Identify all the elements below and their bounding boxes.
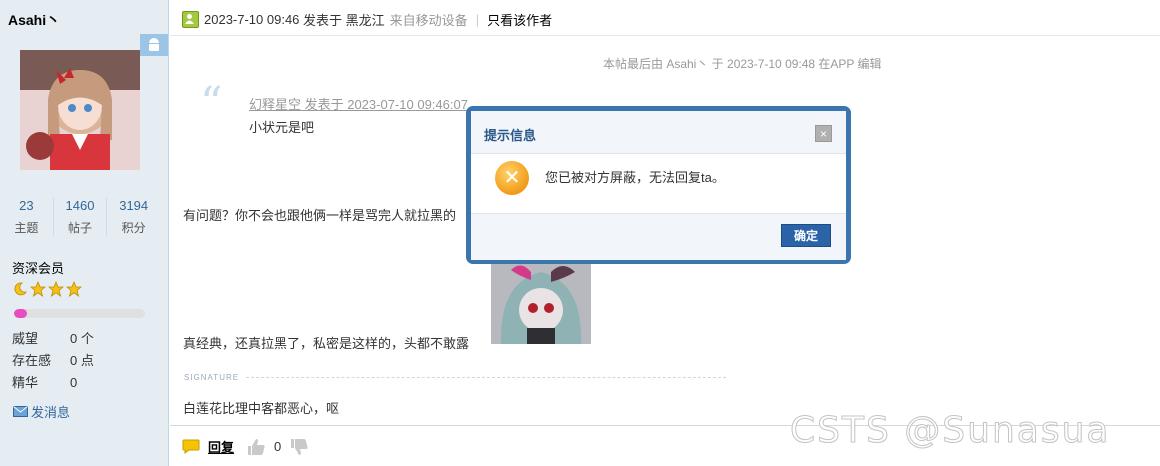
confirm-button[interactable]: 确定 <box>781 224 831 247</box>
signature-label: SIGNATURE <box>184 373 240 382</box>
rank-stars <box>12 281 82 297</box>
online-user-icon <box>182 11 199 28</box>
quote-text: 小状元是吧 <box>249 120 315 135</box>
profile-value: 0 <box>70 375 78 390</box>
star-icon <box>30 281 46 297</box>
header-divider-line <box>170 35 1160 36</box>
alert-dialog: 提示信息 × ✕ 您已被对方屏蔽，无法回复ta。 确定 <box>466 106 851 264</box>
watermark: CSTS @Sunasua <box>789 410 1111 452</box>
stat-value: 3194 <box>119 198 149 213</box>
star-icon <box>48 281 64 297</box>
dialog-message: 您已被对方屏蔽，无法回复ta。 <box>545 170 725 185</box>
sticker-image <box>491 262 591 344</box>
dialog-footer: 确定 <box>471 213 846 260</box>
dialog-title: 提示信息 <box>484 128 537 143</box>
moon-icon <box>14 282 27 296</box>
stat-threads[interactable]: 23 主题 <box>0 198 54 236</box>
post-date: 2023-7-10 09:46 <box>204 12 300 27</box>
stat-value: 23 <box>19 198 34 213</box>
signature-text: 白莲花比理中客都恶心，呕 <box>183 401 340 416</box>
user-rank: 资深会员 <box>12 261 65 276</box>
stat-points[interactable]: 3194 积分 <box>107 198 160 236</box>
stat-value: 1460 <box>65 198 95 213</box>
post-body-line: 真经典，还真拉黑了，私密是这样的，头都不敢露 <box>183 336 470 351</box>
stat-label: 帖子 <box>68 221 93 235</box>
thumbs-up-icon[interactable] <box>246 438 266 456</box>
post-device: 来自移动设备 <box>389 13 468 28</box>
post-header: 2023-7-10 09:46 发表于 黑龙江 来自移动设备 | 只看该作者 <box>182 10 552 29</box>
profile-row-digest: 精华 0 <box>12 372 77 391</box>
thumbs-down-icon[interactable] <box>289 438 309 456</box>
profile-key: 存在感 <box>12 353 52 368</box>
send-message-link[interactable]: 发消息 <box>13 402 70 421</box>
only-author-link[interactable]: 只看该作者 <box>487 10 552 29</box>
post-body-line: 有问题？你不会也跟他俩一样是骂完人就拉黑的 <box>183 208 457 223</box>
header-divider: | <box>475 12 480 27</box>
send-message-label: 发消息 <box>31 405 71 420</box>
author-name[interactable]: Asahi丶 <box>8 10 60 30</box>
error-icon: ✕ <box>495 161 529 195</box>
profile-value: 0 点 <box>70 353 94 368</box>
stat-label: 积分 <box>121 221 146 235</box>
level-progress-fill <box>14 309 28 318</box>
post-location: 发表于 黑龙江 <box>303 13 385 28</box>
level-progress-bar <box>14 309 145 318</box>
signature-divider <box>246 377 726 378</box>
dialog-title-bar: 提示信息 × <box>471 111 846 154</box>
profile-value: 0 个 <box>70 331 94 346</box>
avatar[interactable] <box>20 50 140 170</box>
author-sidebar: Asahi丶 23 主题 1460 帖子 3194 积分 资深会员 威望 0 个… <box>0 0 169 466</box>
reply-bubble-icon <box>182 439 200 454</box>
author-stats: 23 主题 1460 帖子 3194 积分 <box>0 198 160 236</box>
profile-row-presence: 存在感 0 点 <box>12 350 94 369</box>
edited-note: 本帖最后由 Asahi丶 于 2023-7-10 09:48 在APP 编辑 <box>603 57 882 71</box>
post-actions: 回复 0 <box>182 437 309 456</box>
envelope-icon <box>13 406 28 417</box>
stat-posts[interactable]: 1460 帖子 <box>54 198 108 236</box>
star-icon <box>66 281 82 297</box>
close-icon[interactable]: × <box>815 125 832 142</box>
quote-mark-icon: “ <box>200 78 223 129</box>
stat-label: 主题 <box>14 221 39 235</box>
profile-row-prestige: 威望 0 个 <box>12 328 94 347</box>
profile-key: 威望 <box>12 331 39 346</box>
android-badge-icon <box>140 34 168 56</box>
profile-key: 精华 <box>12 375 39 390</box>
like-count: 0 <box>274 439 282 454</box>
reply-button[interactable]: 回复 <box>208 437 234 456</box>
quote-author-link[interactable]: 幻释星空 发表于 2023-07-10 09:46:07 <box>249 94 468 113</box>
